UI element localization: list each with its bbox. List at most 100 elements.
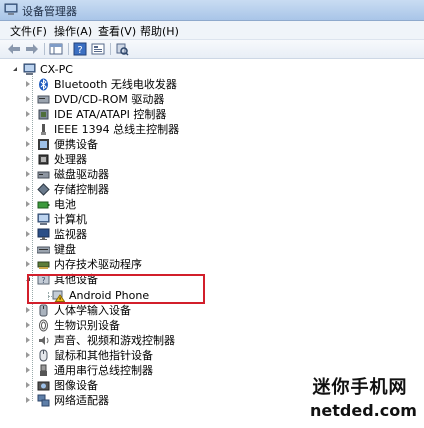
tree-item-label: IDE ATA/ATAPI 控制器 <box>54 108 167 121</box>
expand-arrow-icon[interactable] <box>26 382 30 388</box>
computer-icon <box>23 63 36 75</box>
expand-arrow-icon[interactable] <box>26 307 30 313</box>
tree-item-label: 存储控制器 <box>54 183 109 196</box>
tree-item-label: 计算机 <box>54 213 87 226</box>
expand-arrow-icon[interactable] <box>26 186 30 192</box>
title-bar: 设备管理器 <box>0 0 424 21</box>
tree-item-label: 便携设备 <box>54 138 98 151</box>
expand-arrow-icon[interactable] <box>26 246 30 252</box>
menu-help[interactable]: 帮助(H) <box>138 23 181 39</box>
properties-icon[interactable] <box>90 41 106 57</box>
tree-item-network[interactable]: 网络适配器 <box>26 393 326 408</box>
tree-item-hid[interactable]: 人体学输入设备 <box>26 303 326 318</box>
tree-item-computer[interactable]: 计算机 <box>26 212 326 227</box>
biometric-icon <box>39 319 48 332</box>
expand-arrow-icon[interactable] <box>26 96 30 102</box>
expand-arrow-icon[interactable] <box>26 322 30 328</box>
hid-icon <box>39 304 48 317</box>
firewire-icon <box>41 124 46 135</box>
tree-item-processor[interactable]: 处理器 <box>26 152 326 167</box>
expand-arrow-icon[interactable] <box>26 231 30 237</box>
tree-item-dvd[interactable]: DVD/CD-ROM 驱动器 <box>26 92 326 107</box>
expand-arrow-icon[interactable] <box>26 171 30 177</box>
toolbar-separator <box>68 43 69 55</box>
tree-item-memory[interactable]: 内存技术驱动程序 <box>26 257 326 272</box>
disk-drive-icon <box>37 171 50 179</box>
scan-hardware-icon[interactable] <box>114 41 130 57</box>
tree-item-label: 网络适配器 <box>54 394 109 407</box>
network-adapter-icon <box>37 394 50 407</box>
expand-arrow-icon[interactable] <box>26 337 30 343</box>
menu-view[interactable]: 查看(V) <box>96 23 138 39</box>
tree-item-label: 生物识别设备 <box>54 319 120 332</box>
tree-item-label: 声音、视频和游戏控制器 <box>54 334 175 347</box>
expand-arrow-icon[interactable] <box>26 201 30 207</box>
monitor-icon <box>37 228 50 240</box>
menu-file[interactable]: 文件(F) <box>8 23 49 39</box>
tree-item-ieee1394[interactable]: IEEE 1394 总线主控制器 <box>26 122 326 137</box>
tree-item-keyboard[interactable]: 键盘 <box>26 242 326 257</box>
svg-text:?: ? <box>77 45 82 56</box>
tree-item-label: Bluetooth 无线电收发器 <box>54 78 177 91</box>
expand-arrow-icon[interactable] <box>26 397 30 403</box>
computer-icon <box>37 213 50 225</box>
expand-arrow-icon[interactable] <box>26 111 30 117</box>
usb-icon <box>40 364 47 376</box>
tree-item-usb[interactable]: 通用串行总线控制器 <box>26 363 326 378</box>
back-icon[interactable] <box>6 41 22 57</box>
memory-icon <box>37 261 50 269</box>
toolbar-separator <box>110 43 111 55</box>
expand-arrow-icon[interactable] <box>26 141 30 147</box>
tree-item-biometric[interactable]: 生物识别设备 <box>26 318 326 333</box>
expand-arrow-icon[interactable] <box>26 367 30 373</box>
tree-item-label: 人体学输入设备 <box>54 304 131 317</box>
window-title: 设备管理器 <box>22 5 77 18</box>
tree-item-disk[interactable]: 磁盘驱动器 <box>26 167 326 182</box>
battery-icon <box>37 201 50 209</box>
tree-item-label: 磁盘驱动器 <box>54 168 109 181</box>
expand-arrow-icon[interactable] <box>26 126 30 132</box>
console-tree-icon[interactable] <box>48 41 64 57</box>
highlight-box <box>27 274 205 304</box>
expand-arrow-icon[interactable] <box>26 261 30 267</box>
watermark: 迷你手机网 netded.com <box>310 373 417 420</box>
tree-item-mouse[interactable]: 鼠标和其他指针设备 <box>26 348 326 363</box>
bluetooth-icon <box>39 78 48 91</box>
menu-action[interactable]: 操作(A) <box>52 23 94 39</box>
imaging-icon <box>37 381 50 391</box>
tree-item-label: 监视器 <box>54 228 87 241</box>
toolbar-separator <box>44 43 45 55</box>
dvd-icon <box>37 95 50 104</box>
tree-item-label: 内存技术驱动程序 <box>54 258 142 271</box>
tree-item-portable[interactable]: 便携设备 <box>26 137 326 152</box>
tree-item-label: 图像设备 <box>54 379 98 392</box>
tree-item-battery[interactable]: 电池 <box>26 197 326 212</box>
tree-item-monitor[interactable]: 监视器 <box>26 227 326 242</box>
portable-device-icon <box>38 139 49 150</box>
storage-controller-icon <box>37 183 50 196</box>
collapse-arrow-icon[interactable] <box>13 67 17 71</box>
tree-item-label: 电池 <box>54 198 76 211</box>
tree-root-label: CX-PC <box>40 63 73 76</box>
mouse-icon <box>39 349 48 362</box>
watermark-line1: 迷你手机网 <box>312 377 408 398</box>
tree-item-storage[interactable]: 存储控制器 <box>26 182 326 197</box>
menu-bar: 文件(F) 操作(A) 查看(V) 帮助(H) <box>0 21 424 40</box>
tree-item-bluetooth[interactable]: Bluetooth 无线电收发器 <box>26 77 326 92</box>
expand-arrow-icon[interactable] <box>26 156 30 162</box>
tree-item-label: 通用串行总线控制器 <box>54 364 153 377</box>
device-manager-icon <box>4 3 18 15</box>
tree-item-imaging[interactable]: 图像设备 <box>26 378 326 393</box>
tree-item-ide[interactable]: IDE ATA/ATAPI 控制器 <box>26 107 326 122</box>
expand-arrow-icon[interactable] <box>26 216 30 222</box>
tree-item-label: 鼠标和其他指针设备 <box>54 349 153 362</box>
help-icon[interactable]: ? <box>72 41 88 57</box>
tree-item-label: IEEE 1394 总线主控制器 <box>54 123 180 136</box>
expand-arrow-icon[interactable] <box>26 352 30 358</box>
forward-icon[interactable] <box>24 41 40 57</box>
watermark-line2: netded.com <box>310 401 417 420</box>
toolbar: ? <box>0 40 424 59</box>
tree-root[interactable]: CX-PC <box>10 62 310 77</box>
expand-arrow-icon[interactable] <box>26 81 30 87</box>
tree-item-sound[interactable]: 声音、视频和游戏控制器 <box>26 333 326 348</box>
